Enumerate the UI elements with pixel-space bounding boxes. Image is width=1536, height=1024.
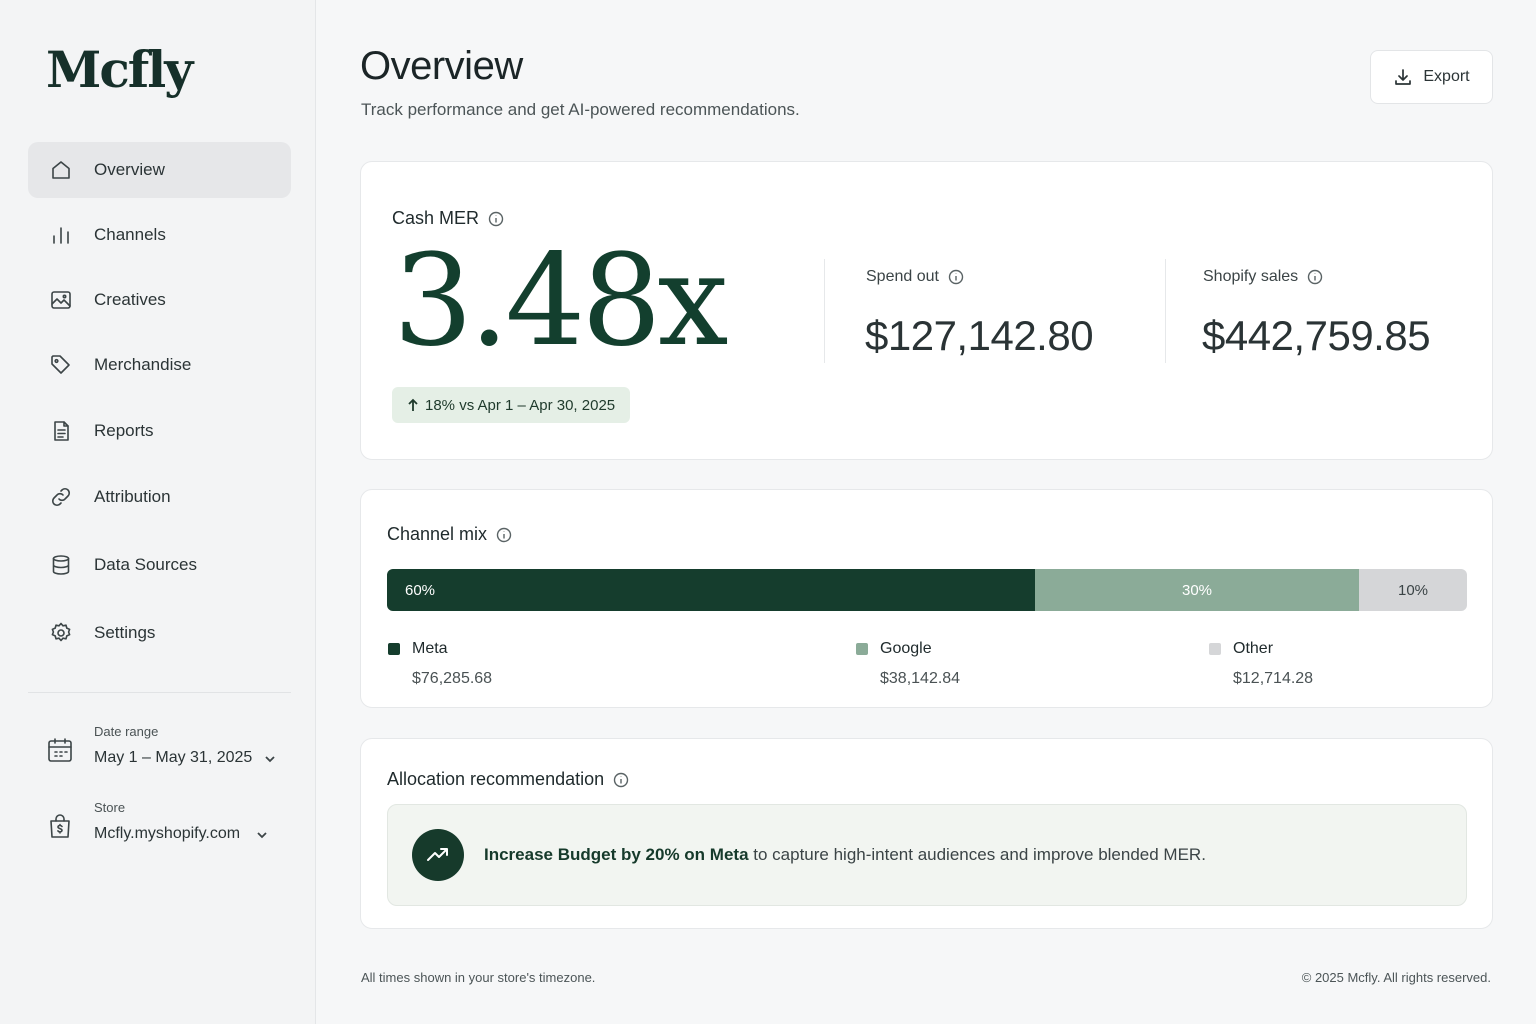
channel-mix-bar: 60% 30% 10% (387, 569, 1467, 611)
legend-amount: $76,285.68 (412, 670, 493, 687)
sidebar-item-channels[interactable]: Channels (28, 207, 291, 263)
channel-mix-heading: Channel mix (387, 524, 512, 545)
sales-label: Shopify sales (1203, 268, 1299, 285)
date-range-selector[interactable]: Date range May 1 – May 31, 2025 (46, 724, 276, 767)
sidebar-nav: Overview Channels Creatives Merchandise … (28, 142, 291, 661)
footer-timezone-note: All times shown in your store's timezone… (361, 970, 596, 985)
sales-heading: Shopify sales (1203, 268, 1323, 286)
cash-mer-heading: Cash MER (392, 208, 504, 229)
allocation-heading: Allocation recommendation (387, 769, 629, 790)
app-logo: Mcfly (46, 40, 193, 99)
mer-change-badge: 18% vs Apr 1 – Apr 30, 2025 (392, 387, 631, 423)
tag-icon (48, 352, 74, 378)
calendar-icon (46, 736, 76, 766)
sidebar-item-data-sources[interactable]: Data Sources (28, 537, 291, 593)
home-icon (48, 157, 74, 183)
channel-mix-title: Channel mix (387, 524, 488, 544)
store-value: Mcfly.myshopify.com (94, 825, 241, 842)
spend-heading: Spend out (866, 268, 964, 286)
sales-value: $442,759.85 (1202, 312, 1431, 359)
page-title: Overview (360, 44, 523, 88)
trending-up-icon (412, 829, 464, 881)
spend-label: Spend out (866, 268, 939, 285)
sidebar-item-attribution[interactable]: Attribution (28, 469, 291, 525)
metric-divider (1165, 259, 1166, 363)
link-icon (48, 484, 74, 510)
sidebar-item-merchandise[interactable]: Merchandise (28, 337, 291, 393)
export-label: Export (1423, 68, 1470, 85)
sidebar-item-label: Attribution (94, 487, 171, 506)
mix-segment-google[interactable]: 30% (1035, 569, 1359, 611)
store-dropdown[interactable]: Mcfly.myshopify.com (94, 825, 268, 843)
legend-swatch (1209, 643, 1221, 655)
chevron-down-icon (256, 828, 268, 840)
shopping-bag-icon (46, 812, 76, 842)
sidebar-item-label: Settings (94, 623, 156, 642)
legend-amount: $38,142.84 (880, 670, 961, 687)
date-range-value: May 1 – May 31, 2025 (94, 749, 253, 766)
sidebar-item-label: Creatives (94, 290, 166, 309)
document-icon (48, 418, 74, 444)
info-icon[interactable] (488, 211, 504, 227)
legend-amount: $12,714.28 (1233, 670, 1314, 687)
legend-name: Google (880, 640, 932, 657)
database-icon (48, 552, 74, 578)
sidebar-item-settings[interactable]: Settings (28, 605, 291, 661)
sidebar-item-label: Merchandise (94, 355, 192, 374)
sidebar: Mcfly Overview Channels Creatives Mercha… (0, 0, 316, 1024)
recommendation-box[interactable]: Increase Budget by 20% on Meta to captur… (387, 804, 1467, 906)
recommendation-highlight: Increase Budget by 20% on Meta (484, 845, 749, 864)
mix-segment-other[interactable]: 10% (1359, 569, 1467, 611)
info-icon[interactable] (948, 269, 964, 285)
allocation-card: Allocation recommendation Increase Budge… (360, 738, 1493, 929)
legend-name: Other (1233, 640, 1274, 657)
sidebar-item-label: Reports (94, 421, 154, 440)
bar-chart-icon (48, 222, 74, 248)
segment-percent: 60% (405, 581, 436, 599)
sidebar-item-label: Overview (94, 160, 165, 179)
page-subtitle: Track performance and get AI-powered rec… (361, 100, 800, 119)
info-icon[interactable] (1307, 269, 1323, 285)
cash-mer-title: Cash MER (392, 208, 480, 228)
legend-name: Meta (412, 640, 448, 657)
sidebar-item-creatives[interactable]: Creatives (28, 272, 291, 328)
date-range-label: Date range (94, 724, 159, 739)
mer-change-text: 18% vs Apr 1 – Apr 30, 2025 (425, 396, 616, 414)
legend-item-other: Other $12,714.28 (1209, 640, 1313, 688)
sidebar-item-label: Channels (94, 225, 166, 244)
segment-percent: 10% (1397, 581, 1429, 599)
segment-percent: 30% (1181, 581, 1213, 599)
store-label: Store (94, 800, 126, 815)
info-icon[interactable] (613, 772, 629, 788)
sidebar-item-overview[interactable]: Overview (28, 142, 291, 198)
gear-icon (48, 620, 74, 646)
footer-copyright: © 2025 Mcfly. All rights reserved. (1301, 970, 1491, 985)
spend-value: $127,142.80 (865, 312, 1094, 359)
cash-mer-value: 3.48x (393, 227, 729, 374)
legend-swatch (388, 643, 400, 655)
recommendation-text: Increase Budget by 20% on Meta to captur… (484, 845, 1206, 865)
metric-divider (824, 259, 825, 363)
legend-item-meta: Meta $76,285.68 (388, 640, 492, 688)
store-selector[interactable]: Store Mcfly.myshopify.com (46, 800, 268, 843)
legend-swatch (856, 643, 868, 655)
sidebar-item-label: Data Sources (94, 555, 197, 574)
sidebar-item-reports[interactable]: Reports (28, 403, 291, 459)
date-range-dropdown[interactable]: May 1 – May 31, 2025 (94, 749, 276, 767)
cash-mer-card: Cash MER 3.48x 18% vs Apr 1 – Apr 30, 20… (360, 161, 1493, 460)
download-icon (1395, 69, 1412, 85)
recommendation-detail: to capture high-intent audiences and imp… (748, 845, 1206, 864)
arrow-up-icon (408, 398, 418, 411)
mix-segment-meta[interactable]: 60% (387, 569, 1035, 611)
chevron-down-icon (264, 752, 276, 764)
channel-mix-card: Channel mix 60% 30% 10% Meta $76,285.68 … (360, 489, 1493, 708)
sidebar-divider (28, 692, 291, 693)
export-button[interactable]: Export (1370, 50, 1493, 104)
allocation-title: Allocation recommendation (387, 769, 605, 789)
legend-item-google: Google $38,142.84 (856, 640, 960, 688)
info-icon[interactable] (496, 527, 512, 543)
image-icon (48, 287, 74, 313)
